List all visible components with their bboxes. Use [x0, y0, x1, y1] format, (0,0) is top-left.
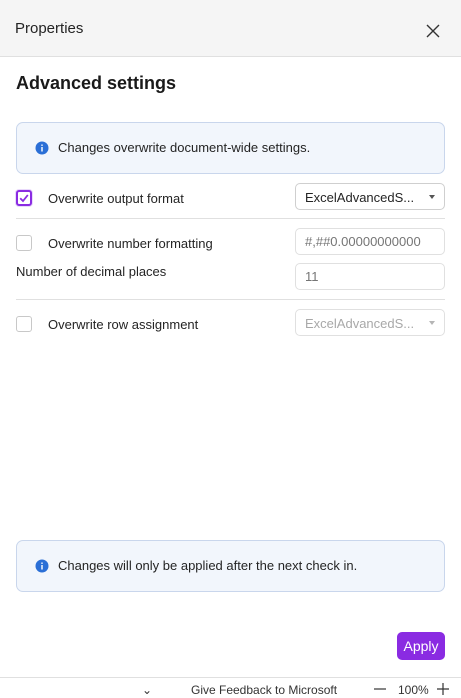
row-assignment-dropdown[interactable]: ExcelAdvancedS... — [295, 309, 445, 336]
decimal-places-label: Number of decimal places — [16, 264, 167, 279]
divider — [16, 299, 445, 300]
panel-header: Properties — [0, 0, 461, 57]
overwrite-row-assignment-label: Overwrite row assignment — [48, 317, 199, 332]
info-box-check-in: Changes will only be applied after the n… — [16, 540, 445, 592]
row-assignment-value: ExcelAdvancedS... — [305, 316, 415, 331]
output-format-value: ExcelAdvancedS... — [305, 190, 415, 205]
zoom-out-icon[interactable] — [373, 682, 387, 696]
overwrite-number-formatting-label: Overwrite number formatting — [48, 236, 213, 251]
section-title: Advanced settings — [16, 73, 177, 93]
zoom-in-icon[interactable] — [436, 682, 450, 696]
overwrite-row-assignment-checkbox[interactable] — [16, 316, 32, 332]
chevron-down-icon[interactable]: ⌄ — [142, 683, 152, 697]
properties-panel: Properties Advanced settings Changes ove… — [0, 0, 461, 698]
overwrite-number-formatting-checkbox[interactable] — [16, 235, 32, 251]
info-box-overwrite: Changes overwrite document-wide settings… — [16, 122, 445, 174]
info-text: Changes will only be applied after the n… — [58, 558, 358, 573]
give-feedback-link[interactable]: Give Feedback to Microsoft — [191, 683, 337, 697]
overwrite-output-format-label: Overwrite output format — [48, 191, 184, 206]
number-format-input[interactable] — [295, 228, 445, 255]
overwrite-output-format-checkbox[interactable] — [16, 190, 32, 206]
caret-down-icon — [429, 195, 435, 199]
zoom-level: 100% — [398, 683, 429, 697]
info-icon — [35, 141, 49, 155]
checkmark-icon — [19, 194, 29, 203]
output-format-dropdown[interactable]: ExcelAdvancedS... — [295, 183, 445, 210]
apply-button[interactable]: Apply — [397, 632, 445, 660]
close-icon — [426, 24, 440, 38]
caret-down-icon — [429, 321, 435, 325]
panel-title: Properties — [15, 20, 84, 37]
status-bar: ⌄ Give Feedback to Microsoft 100% — [0, 677, 461, 698]
close-button[interactable] — [422, 20, 444, 42]
info-icon — [35, 559, 49, 573]
divider — [16, 218, 445, 219]
decimal-places-input[interactable] — [295, 263, 445, 290]
info-text: Changes overwrite document-wide settings… — [58, 140, 311, 155]
